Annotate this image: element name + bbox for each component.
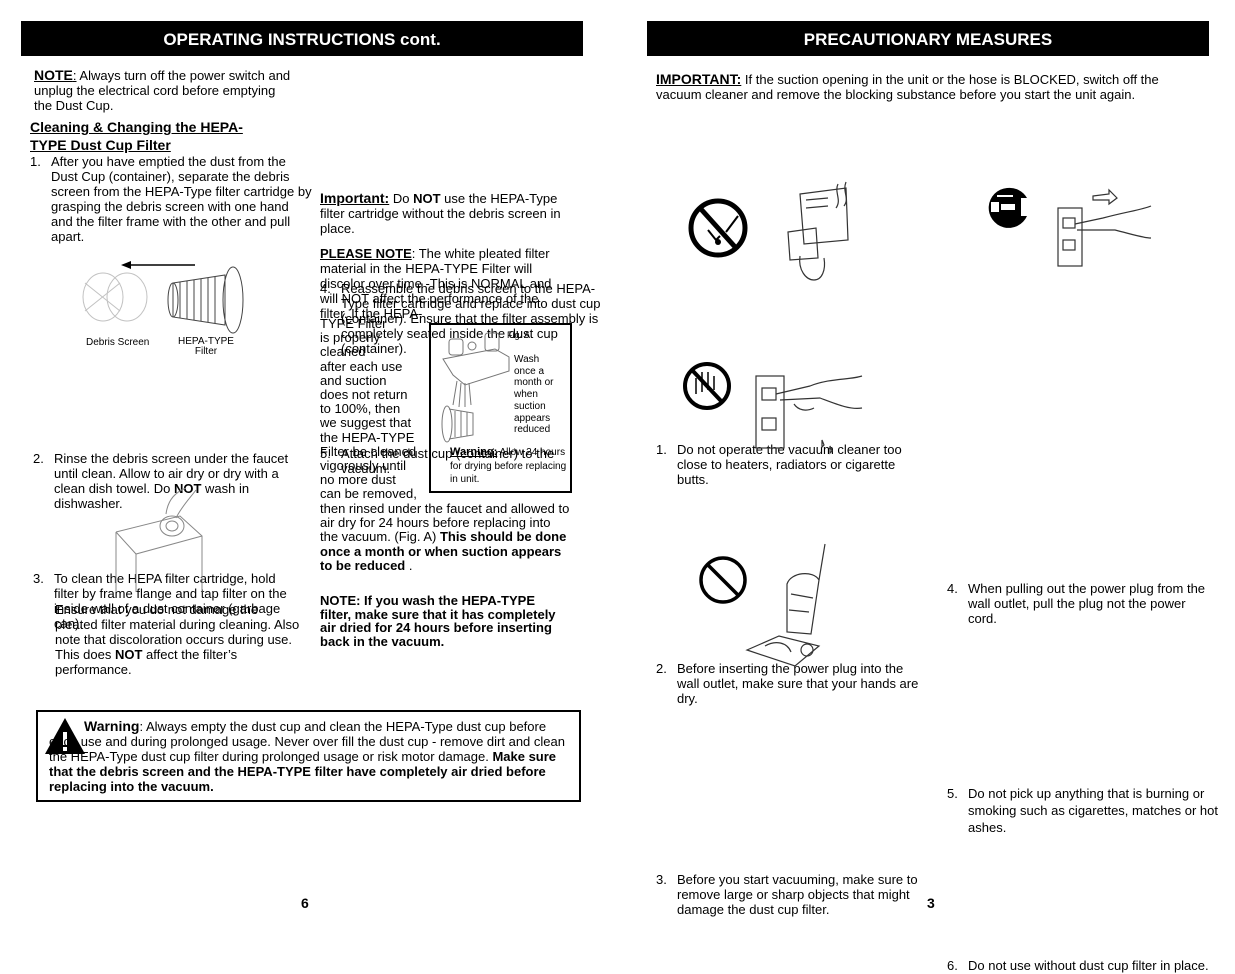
section-heading-line1: Cleaning & Changing the HEPA- xyxy=(30,119,243,135)
wrapped-line: Filter be cleaned xyxy=(320,443,417,459)
please-note-wrapped: TYPE Filter is properly cleaned after ea… xyxy=(320,316,430,502)
fig-a-warning-label: Warning: xyxy=(450,446,498,458)
precaution-important: IMPORTANT: If the suction opening in the… xyxy=(656,71,1201,103)
item-number: 3. xyxy=(656,872,667,887)
note-paragraph: NOTE: Always turn off the power switch a… xyxy=(34,67,296,114)
debris-screen-image xyxy=(82,272,148,322)
no-smoking-icon xyxy=(688,181,849,281)
garbage-can-image xyxy=(115,487,203,592)
right-page-banner: PRECAUTIONARY MEASURES xyxy=(647,21,1209,56)
item-text: Do not use without dust cup filter in pl… xyxy=(968,958,1209,973)
wet-hands-figure xyxy=(680,358,870,458)
item-text: When pulling out the power plug from the… xyxy=(968,581,1206,626)
wash-line: Wash xyxy=(514,354,540,365)
precaution-important-label: IMPORTANT: xyxy=(656,71,742,87)
ensure-text-bold: NOT xyxy=(114,647,143,662)
wash-line: reduced xyxy=(514,424,551,436)
step-number: 2. xyxy=(33,451,44,466)
precaution-item-6: 6. Do not use without dust cup filter in… xyxy=(947,957,1218,974)
item-text: Before you start vacuuming, make sure to… xyxy=(677,872,918,917)
please-note-continuation: then rinsed under the faucet and allowed… xyxy=(320,501,572,573)
wash-line: appears xyxy=(514,412,551,424)
fig-a-box: Fig. A Wash once a month or when suction… xyxy=(429,323,572,493)
wrapped-line: is properly xyxy=(320,330,380,346)
wrapped-line: does not return xyxy=(320,387,408,403)
wash-note: NOTE: If you wash the HEPA-TYPE filter, … xyxy=(320,593,556,649)
left-banner-title: OPERATING INSTRUCTIONS cont. xyxy=(163,30,441,49)
wrapped-line: to 100%, then xyxy=(320,401,401,417)
wrapped-line: can be removed, xyxy=(320,486,417,502)
fig-a-wash-text: Wash once a month or when suction appear… xyxy=(514,354,553,436)
unplug-icon xyxy=(988,187,1152,267)
ensure-paragraph: Ensure that you do not damage the pleate… xyxy=(55,602,300,677)
arrow-left-icon xyxy=(82,261,244,334)
fig-a-warning: Warning: Allow 24 hours for drying befor… xyxy=(450,446,568,487)
important-label: Important: xyxy=(320,190,390,206)
continuation-end: . xyxy=(405,557,413,573)
wash-line: suction xyxy=(514,400,546,412)
wrapped-line: cleaned xyxy=(320,344,366,360)
unplug-figure xyxy=(985,186,1155,268)
wrapped-line: the HEPA-TYPE xyxy=(320,429,415,445)
step-number: 1. xyxy=(30,154,41,169)
precaution-item-4: 4. When pulling out the power plug from … xyxy=(947,581,1218,626)
wrapped-line: and suction xyxy=(320,372,387,388)
left-page-banner: OPERATING INSTRUCTIONS cont. xyxy=(21,21,583,56)
item-number: 5. xyxy=(947,786,958,801)
wrapped-line: after each use xyxy=(320,358,403,374)
wash-line: once a xyxy=(514,365,545,377)
please-note-label: PLEASE NOTE xyxy=(320,246,412,261)
sharp-objects-figure xyxy=(695,540,835,670)
wrapped-line: we suggest that xyxy=(320,415,412,431)
warning-label: Warning xyxy=(84,718,140,734)
item-number: 1. xyxy=(656,442,667,457)
warning-box: Warning: Always empty the dust cup and c… xyxy=(36,710,581,802)
important-paragraph: Important: Do NOT use the HEPA-Type filt… xyxy=(320,190,568,237)
hepa-filter-image xyxy=(167,266,244,334)
precaution-item-3: 3. Before you start vacuuming, make sure… xyxy=(656,872,937,917)
wrapped-line: no more dust xyxy=(320,472,396,488)
prohibited-icon xyxy=(699,543,826,667)
item-number: 4. xyxy=(947,581,958,596)
item-number: 2. xyxy=(656,661,667,676)
heater-warning-figure xyxy=(688,180,868,290)
section-heading-line2: TYPE Dust Cup Filter xyxy=(30,137,171,153)
item-number: 6. xyxy=(947,958,958,973)
item-text: Do not pick up anything that is burning … xyxy=(968,786,1219,835)
important-bold: NOT xyxy=(413,191,441,206)
left-page-number: 6 xyxy=(301,895,309,911)
section-heading: Cleaning & Changing the HEPA- TYPE Dust … xyxy=(30,118,290,154)
wash-line: month or xyxy=(514,377,554,389)
right-banner-title: PRECAUTIONARY MEASURES xyxy=(803,30,1053,49)
fig-a-label: Fig. A xyxy=(507,330,531,340)
precaution-item-5: 5. Do not pick up anything that is burni… xyxy=(947,785,1218,836)
wrapped-line: TYPE Filter xyxy=(320,316,387,331)
wash-line: when xyxy=(514,389,538,401)
step-number: 3. xyxy=(33,571,44,586)
warning-text: Warning: Always empty the dust cup and c… xyxy=(49,718,574,795)
please-note-paragraph: PLEASE NOTE: The white pleated filter ma… xyxy=(320,246,568,321)
debris-screen-caption: Debris Screen xyxy=(86,337,150,348)
step-text: After you have emptied the dust from the… xyxy=(51,154,312,244)
hepa-filter-caption: HEPA-TYPE Filter xyxy=(174,337,238,357)
important-text: Do xyxy=(389,191,414,206)
filter-separation-figure xyxy=(65,255,255,345)
tap-filter-figure xyxy=(110,484,210,592)
hepa-caption-line2: Filter xyxy=(194,346,218,357)
wrapped-line: vigorously until xyxy=(320,458,406,474)
no-wet-hands-icon xyxy=(683,362,863,455)
right-page-number: 3 xyxy=(927,895,935,911)
note-label: NOTE xyxy=(34,67,73,83)
step-1: 1. After you have emptied the dust from … xyxy=(30,154,313,244)
faucet-filter-image xyxy=(441,332,510,443)
